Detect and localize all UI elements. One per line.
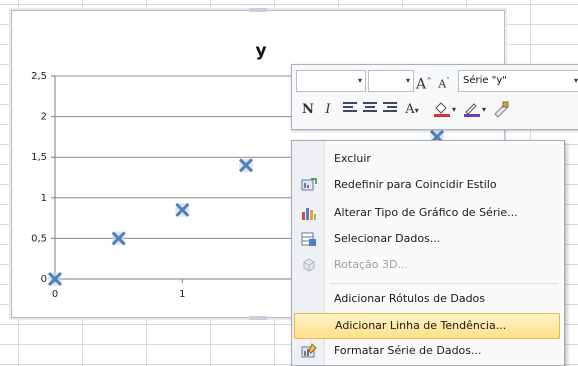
chart-type-icon (302, 208, 316, 220)
chevron-down-icon: ▾ (414, 106, 419, 115)
chevron-down-icon[interactable]: ▾ (406, 71, 410, 91)
fill-color-button[interactable]: ▾ (432, 100, 458, 120)
menu-item-formatar-serie[interactable]: Formatar Série de Dados... (294, 339, 560, 363)
menu-separator (330, 283, 558, 284)
italic-button[interactable]: I (320, 100, 336, 120)
y-tick-label: 1,5 (31, 152, 47, 163)
format-painter-icon (494, 101, 509, 118)
y-tick-label: 0,5 (31, 233, 47, 244)
bold-button[interactable]: N (300, 100, 316, 120)
align-center-icon (363, 102, 377, 112)
font-size-combo[interactable]: ▾ (368, 70, 414, 92)
menu-item-label: Rotação 3D... (334, 258, 408, 271)
menu-item-redefinir-estilo[interactable]: Redefinir para Coincidir Estilo (294, 173, 560, 197)
svg-text:▾: ▾ (452, 105, 456, 114)
chevron-down-icon[interactable]: ▾ (358, 71, 362, 91)
menu-item-label: Adicionar Linha de Tendência... (335, 319, 507, 332)
menu-item-label: Selecionar Dados... (334, 232, 441, 245)
align-center-button[interactable] (362, 100, 378, 120)
menu-item-adicionar-rotulos[interactable]: Adicionar Rótulos de Dados (294, 287, 560, 311)
mini-toolbar-row-2: N I A▾ ▾ ▾ (292, 97, 578, 125)
align-right-icon (383, 102, 397, 112)
align-right-button[interactable] (382, 100, 398, 120)
y-axis-ticks: 0 0,5 1 1,5 2 2,5 (31, 71, 55, 285)
data-point[interactable] (111, 231, 126, 246)
menu-item-rotacao-3d: Rotação 3D... (294, 253, 560, 277)
chart-element-value: Série "y" (463, 75, 507, 86)
context-menu: Excluir Redefinir para Coincidir Estilo … (291, 140, 565, 366)
fill-bucket-icon: ▾ (434, 102, 456, 117)
menu-item-alterar-tipo-grafico[interactable]: Alterar Tipo de Gráfico de Série... (294, 201, 560, 225)
menu-item-adicionar-linha-tendencia[interactable]: Adicionar Linha de Tendência... (294, 313, 560, 339)
x-tick-label: 0 (52, 289, 58, 300)
y-tick-label: 2 (41, 112, 47, 123)
reset-style-icon (301, 178, 317, 191)
caret-down-icon: ˇ (446, 77, 450, 85)
select-data-icon (301, 232, 316, 246)
font-name-combo[interactable]: ▾ (296, 70, 366, 92)
y-tick-label: 1 (41, 193, 47, 204)
y-tick-label: 2,5 (31, 71, 47, 82)
x-tick-label: 1 (179, 289, 185, 300)
menu-item-label: Adicionar Rótulos de Dados (334, 292, 486, 305)
font-color-label: A (405, 102, 415, 117)
mini-toolbar-row-1: ▾ ▾ A^ Aˇ Série "y" ▾ (292, 68, 578, 96)
shrink-font-button[interactable]: Aˇ (436, 71, 452, 91)
data-point[interactable] (175, 202, 190, 218)
format-series-icon (301, 343, 317, 358)
format-painter-button[interactable] (492, 100, 510, 120)
chart-element-combo[interactable]: Série "y" ▾ (458, 70, 578, 92)
menu-item-label: Excluir (334, 152, 371, 165)
align-left-icon (343, 102, 357, 112)
data-point[interactable] (238, 158, 254, 173)
font-color-button[interactable]: A▾ (404, 100, 420, 120)
menu-item-excluir[interactable]: Excluir (294, 147, 560, 171)
outline-color-button[interactable]: ▾ (462, 100, 488, 120)
menu-item-label: Redefinir para Coincidir Estilo (334, 178, 497, 191)
svg-text:▾: ▾ (482, 105, 486, 114)
chart-title[interactable]: y (255, 41, 266, 61)
y-tick-label: 0 (41, 274, 47, 285)
menu-item-label: Alterar Tipo de Gráfico de Série... (334, 206, 518, 219)
grow-font-button[interactable]: A^ (416, 71, 432, 93)
chevron-down-icon[interactable]: ▾ (574, 71, 578, 91)
rotation-3d-icon (303, 258, 315, 272)
mini-toolbar: ▾ ▾ A^ Aˇ Série "y" ▾ N I A▾ ▾ ▾ (291, 64, 578, 130)
caret-up-icon: ^ (426, 77, 432, 85)
data-point[interactable] (47, 271, 63, 287)
grow-font-label: A (416, 76, 427, 93)
align-left-button[interactable] (342, 100, 358, 120)
menu-item-selecionar-dados[interactable]: Selecionar Dados... (294, 227, 560, 251)
menu-item-label: Formatar Série de Dados... (334, 344, 482, 357)
pen-outline-icon: ▾ (464, 103, 486, 117)
